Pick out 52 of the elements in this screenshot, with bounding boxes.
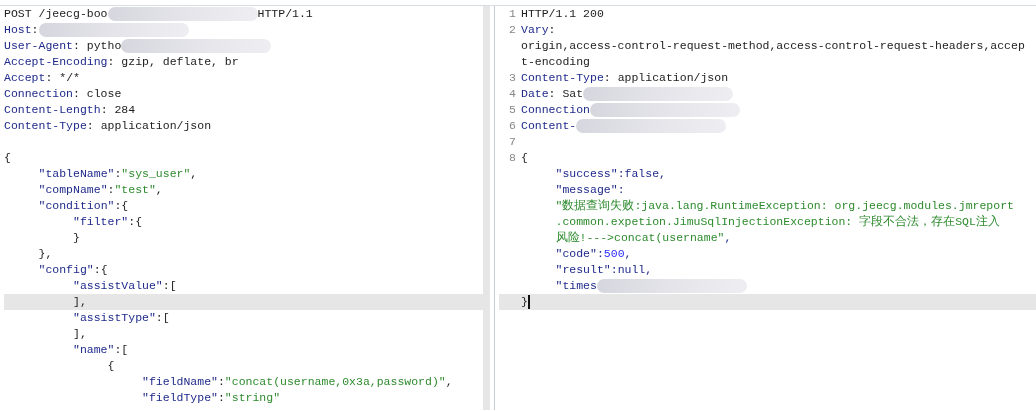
code-text: "condition":{ <box>37 198 129 214</box>
code-text: { <box>4 150 11 166</box>
code-text: Content- <box>521 118 577 134</box>
code-text: ], <box>72 294 87 310</box>
code-text: "fieldType":"string" <box>141 390 281 406</box>
code-text: Accept: */* <box>4 70 80 86</box>
code-text: .common.expetion.JimuSqlInjectionException: 字段不合法，存在SQL注入 <box>554 214 1000 230</box>
code-text: origin,access-control-request-method,access-control-request-headers,accep <box>521 38 1025 54</box>
code-text: Content-Length: 284 <box>4 102 136 118</box>
code-text: "filter":{ <box>72 214 143 230</box>
code-text: User-Agent: pytho <box>4 38 122 54</box>
code-text: Content-Type: application/json <box>4 118 212 134</box>
code-text: "message": <box>554 182 625 198</box>
code-text: } <box>72 230 80 246</box>
line-number: 1 <box>508 6 517 22</box>
code-text: Date: Sat <box>521 86 584 102</box>
line-number: 6 <box>508 118 517 134</box>
code-text: "fieldName":"concat(username,0x3a,password)", <box>141 374 453 390</box>
code-text: 风险!--->concat(username", <box>554 230 732 246</box>
line-number: 7 <box>508 134 517 150</box>
code-text: "数据查询失败:java.lang.RuntimeException: org.jeecg.modules.jmreport <box>554 198 1014 214</box>
code-text: POST /jeecg-boo <box>4 6 108 22</box>
code-text: Accept-Encoding: gzip, deflate, br <box>4 54 239 70</box>
code-text: HTTP/1.1 200 <box>521 6 604 22</box>
line-number: 5 <box>508 102 517 118</box>
code-text: ], <box>72 326 87 342</box>
code-text: "config":{ <box>37 262 108 278</box>
code-text: "assistType":[ <box>72 310 170 326</box>
code-text: "result":null, <box>554 262 653 278</box>
code-text: "assistValue":[ <box>72 278 177 294</box>
line-number: 3 <box>508 70 517 86</box>
line-number: 4 <box>508 86 517 102</box>
code-text: "tableName":"sys_user", <box>37 166 198 182</box>
code-text: } <box>521 294 528 310</box>
code-text: "compName":"test", <box>37 182 163 198</box>
code-text: "times <box>554 278 597 294</box>
code-text: Host: <box>4 22 39 38</box>
scrollbar[interactable] <box>483 6 490 410</box>
code-text: HTTP/1.1 <box>257 6 313 22</box>
code-text: Connection <box>521 102 590 118</box>
code-text: Vary: <box>521 22 556 38</box>
code-text: { <box>521 150 528 166</box>
code-text: Connection: close <box>4 86 122 102</box>
code-text: "success":false, <box>554 166 666 182</box>
line-number: 8 <box>508 150 517 166</box>
code-text: t-encoding <box>521 54 590 70</box>
code-text: "code":500, <box>554 246 632 262</box>
code-text: "name":[ <box>72 342 129 358</box>
code-text: }, <box>37 246 53 262</box>
code-text: Content-Type: application/json <box>521 70 729 86</box>
line-number: 2 <box>508 22 517 38</box>
code-text: { <box>106 358 115 374</box>
